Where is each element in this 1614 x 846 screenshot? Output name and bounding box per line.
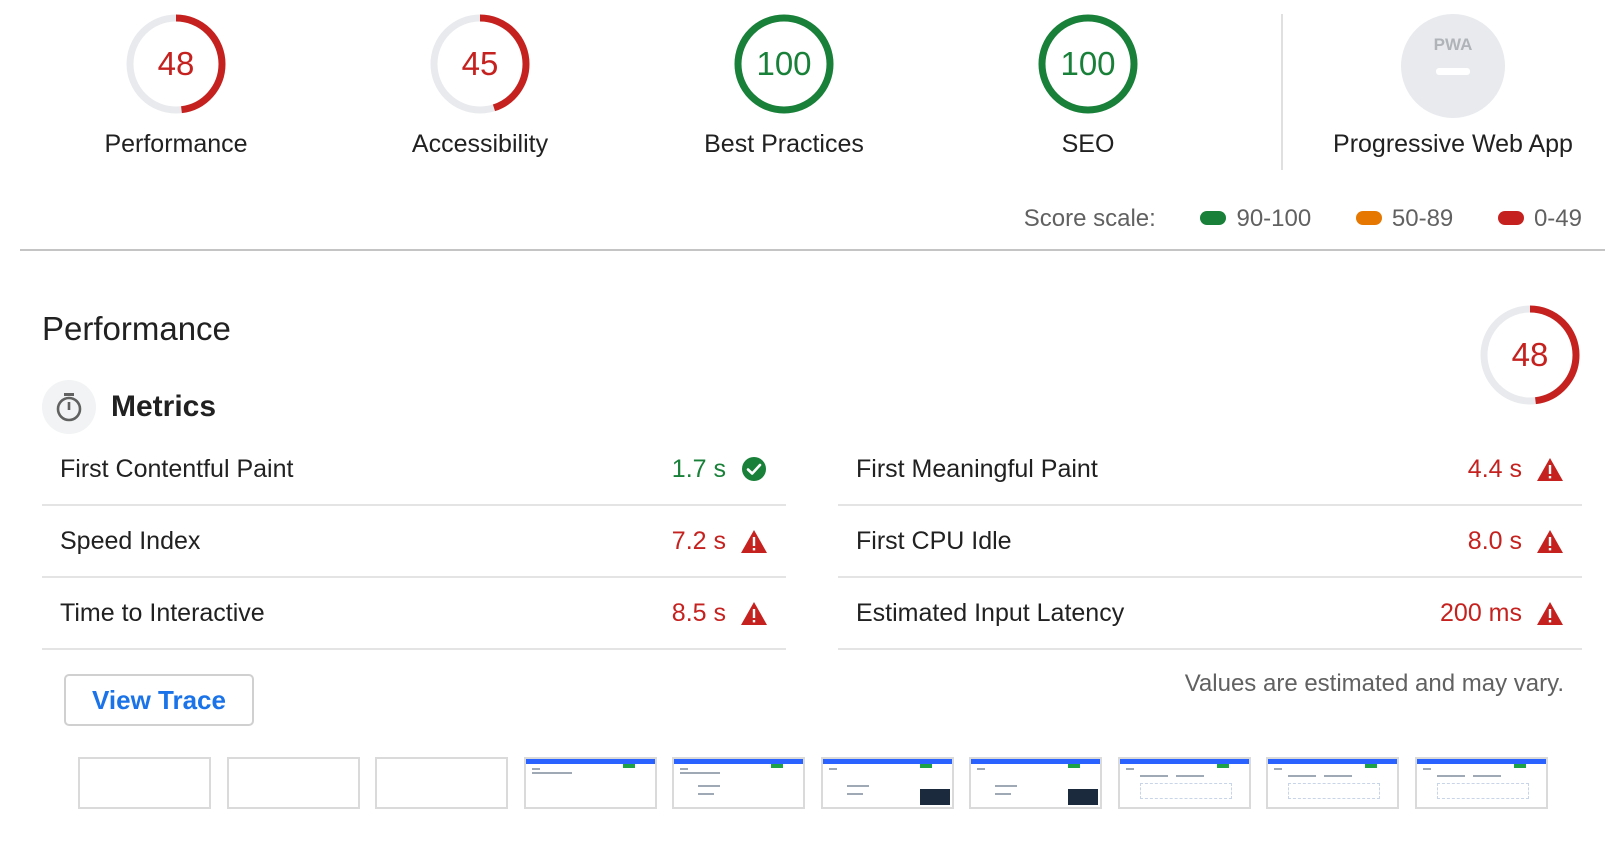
score-scale-label: Score scale: bbox=[1023, 205, 1156, 232]
metric-value: 7.2 s bbox=[671, 526, 726, 555]
section-divider bbox=[20, 249, 1605, 251]
gauge-label: Accessibility bbox=[411, 130, 549, 158]
red-pill-icon bbox=[1497, 210, 1524, 225]
gauge-pwa[interactable]: PWA Progressive Web App bbox=[1303, 12, 1603, 159]
metrics-header: Metrics bbox=[42, 380, 216, 434]
metric-name: First CPU Idle bbox=[856, 526, 1012, 555]
fail-warning-icon bbox=[1536, 455, 1564, 483]
gauge-accessibility[interactable]: 45 Accessibility bbox=[340, 12, 620, 159]
pass-check-icon bbox=[740, 455, 768, 483]
metric-estimated-input-latency: Estimated Input Latency 200 ms bbox=[838, 578, 1582, 650]
metric-value: 8.5 s bbox=[671, 598, 726, 627]
metric-name: Estimated Input Latency bbox=[856, 598, 1125, 627]
performance-score: 48 bbox=[1512, 336, 1549, 373]
filmstrip-frame bbox=[375, 757, 508, 809]
metric-value: 8.0 s bbox=[1467, 526, 1522, 555]
scale-range-average: 50-89 bbox=[1355, 205, 1453, 233]
filmstrip-frame bbox=[821, 757, 954, 809]
view-trace-button[interactable]: View Trace bbox=[64, 674, 254, 726]
gauge-score: 100 bbox=[756, 45, 811, 82]
gauge-ring: 45 bbox=[430, 14, 530, 114]
filmstrip-frame bbox=[1118, 757, 1251, 809]
gauge-ring: 48 bbox=[126, 14, 226, 114]
filmstrip-frame bbox=[1266, 757, 1399, 809]
metric-first-contentful-paint: First Contentful Paint 1.7 s bbox=[42, 434, 786, 506]
gauge-label: Progressive Web App bbox=[1333, 130, 1573, 158]
gauge-ring: 100 bbox=[734, 14, 834, 114]
stopwatch-icon bbox=[42, 380, 96, 434]
score-scale: Score scale: 90-100 50-89 0-49 bbox=[0, 205, 1582, 233]
gauge-performance[interactable]: 48 Performance bbox=[36, 12, 316, 159]
gauge-ring: 100 bbox=[1038, 14, 1138, 114]
fail-warning-icon bbox=[1536, 599, 1564, 627]
metric-name: First Contentful Paint bbox=[60, 454, 294, 483]
pwa-badge-text: PWA bbox=[1434, 35, 1473, 54]
metric-name: Speed Index bbox=[60, 526, 201, 555]
gauge-label: Performance bbox=[104, 130, 248, 158]
metric-first-meaningful-paint: First Meaningful Paint 4.4 s bbox=[838, 434, 1582, 506]
fail-warning-icon bbox=[1536, 527, 1564, 555]
pwa-badge-icon: PWA bbox=[1401, 14, 1505, 118]
section-title: Performance bbox=[42, 310, 231, 347]
filmstrip-frame bbox=[1415, 757, 1548, 809]
gauge-seo[interactable]: 100 SEO bbox=[948, 12, 1228, 159]
scale-range-fail: 0-49 bbox=[1497, 205, 1582, 233]
scale-range-pass: 90-100 bbox=[1200, 205, 1311, 233]
metric-value: 200 ms bbox=[1440, 598, 1522, 627]
gauge-score: 48 bbox=[158, 45, 195, 82]
filmstrip-frame bbox=[227, 757, 360, 809]
category-gauges: 48 Performance 45 Accessibility 100 Best… bbox=[0, 0, 1614, 180]
gauge-label: SEO bbox=[1061, 130, 1115, 158]
metric-name: Time to Interactive bbox=[60, 598, 265, 627]
metric-name: First Meaningful Paint bbox=[856, 454, 1098, 483]
filmstrip-frame bbox=[524, 757, 657, 809]
metric-time-to-interactive: Time to Interactive 8.5 s bbox=[42, 578, 786, 650]
metric-first-cpu-idle: First CPU Idle 8.0 s bbox=[838, 506, 1582, 578]
metrics-title: Metrics bbox=[111, 390, 217, 423]
orange-pill-icon bbox=[1355, 210, 1382, 225]
gauge-score: 100 bbox=[1060, 45, 1115, 82]
fail-warning-icon bbox=[740, 599, 768, 627]
green-pill-icon bbox=[1200, 210, 1227, 225]
pwa-divider bbox=[1281, 14, 1283, 170]
estimate-note: Values are estimated and may vary. bbox=[1184, 670, 1564, 697]
performance-score-gauge: 48 bbox=[1478, 303, 1582, 412]
metric-speed-index: Speed Index 7.2 s bbox=[42, 506, 786, 578]
filmstrip-frame bbox=[672, 757, 805, 809]
fail-warning-icon bbox=[740, 527, 768, 555]
gauge-ring: 48 bbox=[1480, 305, 1580, 405]
gauge-score: 45 bbox=[462, 45, 499, 82]
filmstrip-frame bbox=[78, 757, 211, 809]
filmstrip-frame bbox=[969, 757, 1102, 809]
gauge-best-practices[interactable]: 100 Best Practices bbox=[644, 12, 924, 159]
metric-value: 1.7 s bbox=[671, 454, 726, 483]
metric-value: 4.4 s bbox=[1467, 454, 1522, 483]
gauge-label: Best Practices bbox=[704, 130, 864, 158]
